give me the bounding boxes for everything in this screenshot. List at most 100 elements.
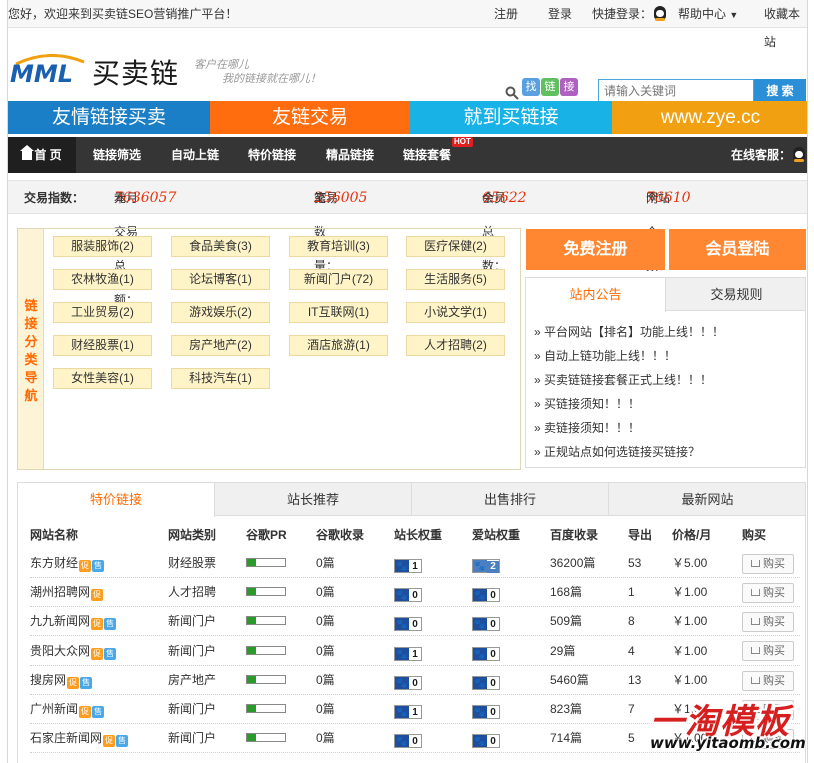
tab-sales-ranking[interactable]: 出售排行: [412, 483, 609, 516]
buy-button[interactable]: 购买: [742, 553, 794, 574]
banner-strip: 友情链接买卖 友链交易 就到买链接 www.zye.cc: [8, 101, 807, 134]
tab-new-sites[interactable]: 最新网站: [609, 483, 806, 516]
buy-cell: 购买: [742, 549, 794, 577]
price: ￥1.00: [672, 585, 708, 600]
find-link-badge[interactable]: 找 链 接: [522, 78, 579, 96]
category-item[interactable]: 农林牧渔(1): [53, 269, 152, 290]
paw-icon: 🐾: [473, 560, 487, 572]
site-name-link[interactable]: 贵阳大众网: [30, 644, 90, 658]
nav-link-filter[interactable]: 链接筛选: [93, 137, 141, 173]
sale-badge: 售: [104, 618, 117, 631]
category-item[interactable]: 人才招聘(2): [406, 335, 505, 356]
buy-button[interactable]: 购买: [742, 612, 794, 633]
category-item[interactable]: 医疗保健(2): [406, 236, 505, 257]
online-service[interactable]: 在线客服：: [731, 137, 805, 173]
member-login-button[interactable]: 会员登陆: [669, 229, 806, 270]
quick-login[interactable]: 快捷登录：: [592, 0, 667, 28]
weight-value: 0: [412, 677, 418, 689]
google-pr: [246, 607, 286, 635]
nav-premium-links[interactable]: 精品链接: [326, 137, 374, 173]
tab-site-notice[interactable]: 站内公告: [526, 278, 666, 312]
category-item[interactable]: 财经股票(1): [53, 335, 152, 356]
tab-recommended[interactable]: 站长推荐: [215, 483, 412, 516]
category-item[interactable]: 工业贸易(2): [53, 302, 152, 323]
site-category: 房产地产: [168, 672, 217, 687]
notice-item[interactable]: » 自动上链功能上线！！！: [534, 344, 724, 368]
category-item[interactable]: 食品美食(3): [171, 236, 270, 257]
logo-mark-text: MML: [10, 60, 73, 84]
nav-home[interactable]: 首 页: [8, 137, 76, 173]
category-item[interactable]: 服装服饰(2): [53, 236, 152, 257]
site-name-link[interactable]: 搜房网: [30, 673, 66, 687]
notice-item[interactable]: » 平台网站【排名】功能上线！！！: [534, 320, 724, 344]
pr-bar: [246, 616, 286, 626]
category-item[interactable]: 生活服务(5): [406, 269, 505, 290]
category-side-title: 链接分类导航: [24, 298, 38, 403]
qq-icon[interactable]: [654, 6, 667, 21]
category-item[interactable]: 房产地产(2): [171, 335, 270, 356]
category-item[interactable]: 游戏娱乐(2): [171, 302, 270, 323]
site-name-link[interactable]: 石家庄新闻网: [30, 731, 102, 745]
notice-item[interactable]: » 买链接须知！！！: [534, 392, 724, 416]
logo-mark[interactable]: MML: [10, 54, 90, 84]
tab-special-links[interactable]: 特价链接: [18, 483, 215, 517]
buy-label: 购买: [763, 674, 785, 687]
help-center-label: 帮助中心: [678, 7, 727, 21]
stats-label: 交易指数：: [24, 191, 85, 205]
site-name-link[interactable]: 东方财经: [30, 556, 78, 570]
notice-item[interactable]: » 买卖链链接套餐正式上线！！！: [534, 368, 724, 392]
search-input[interactable]: [598, 79, 754, 103]
google-pr: [246, 724, 286, 752]
register-link[interactable]: 注册: [494, 0, 518, 28]
category-item[interactable]: 教育培训(3): [289, 236, 388, 257]
table-row: 搜房网促售房产地产 0篇 🐾 0 🐾 0 5460篇 13 ￥1.00 购买: [30, 666, 800, 695]
logo-text[interactable]: 买卖链: [92, 52, 179, 92]
weight-badge: 🐾 0: [472, 705, 500, 719]
category-item[interactable]: 论坛博客(1): [171, 269, 270, 290]
notice-item[interactable]: » 卖链接须知！！！: [534, 416, 724, 440]
google-index: 0篇: [316, 556, 335, 570]
help-center-menu[interactable]: 帮助中心 ▼: [678, 0, 738, 29]
category-item[interactable]: 小说文学(1): [406, 302, 505, 323]
weight-badge: 🐾 2: [472, 559, 500, 573]
banner-link-trade[interactable]: 友情链接买卖: [8, 101, 210, 134]
notice-item[interactable]: » 正规站点如何选链接买链接？: [534, 440, 724, 464]
paw-icon: 🐾: [395, 706, 409, 718]
google-pr: [246, 666, 286, 694]
buy-button[interactable]: 购买: [742, 670, 794, 691]
nav-special-links[interactable]: 特价链接: [248, 137, 296, 173]
buy-button[interactable]: 购买: [742, 583, 794, 604]
nav-auto-link[interactable]: 自动上链: [171, 137, 219, 173]
category-item[interactable]: 酒店旅游(1): [289, 335, 388, 356]
site-name-cell: 潮州招聘网促: [30, 578, 104, 606]
free-register-button[interactable]: 免费注册: [526, 229, 665, 270]
category-item[interactable]: 科技汽车(1): [171, 368, 270, 389]
search-button[interactable]: 搜 索: [754, 79, 806, 103]
tab-trade-rules[interactable]: 交易规则: [667, 278, 806, 311]
main-nav: 首 页 链接筛选 自动上链 特价链接 精品链接 链接套餐 HOT 在线客服：: [8, 137, 807, 173]
site-name-link[interactable]: 广州新闻: [30, 702, 78, 716]
banner-exchange[interactable]: 友链交易: [210, 101, 410, 134]
pr-bar: [246, 733, 286, 743]
welcome-text: 您好，欢迎来到买卖链SEO营销推广平台！: [8, 7, 238, 21]
outbound-count: 5: [628, 731, 635, 746]
nav-link-packages[interactable]: 链接套餐: [403, 137, 451, 173]
aizhan-weight: 🐾 2: [472, 549, 500, 577]
category-item[interactable]: 女性美容(1): [53, 368, 152, 389]
site-name-link[interactable]: 九九新闻网: [30, 614, 90, 628]
category-item[interactable]: 新闻门户(72): [289, 269, 388, 290]
quick-login-label: 快捷登录：: [592, 7, 653, 21]
buy-button[interactable]: 购买: [742, 641, 794, 662]
promo-badge: 促: [79, 560, 92, 572]
qq-icon[interactable]: [793, 147, 805, 162]
banner-url[interactable]: www.zye.cc: [612, 101, 807, 134]
site-name-cell: 东方财经促售: [30, 549, 105, 577]
promo-badge: 促: [79, 706, 92, 718]
banner-buy-links[interactable]: 就到买链接: [410, 101, 612, 134]
category-item[interactable]: IT互联网(1): [289, 302, 388, 323]
paw-icon: 🐾: [395, 560, 409, 572]
weight-badge: 🐾 1: [394, 705, 422, 719]
login-link[interactable]: 登录: [548, 0, 572, 28]
site-name-link[interactable]: 潮州招聘网: [30, 585, 90, 599]
site-name-cell: 搜房网促售: [30, 666, 93, 694]
